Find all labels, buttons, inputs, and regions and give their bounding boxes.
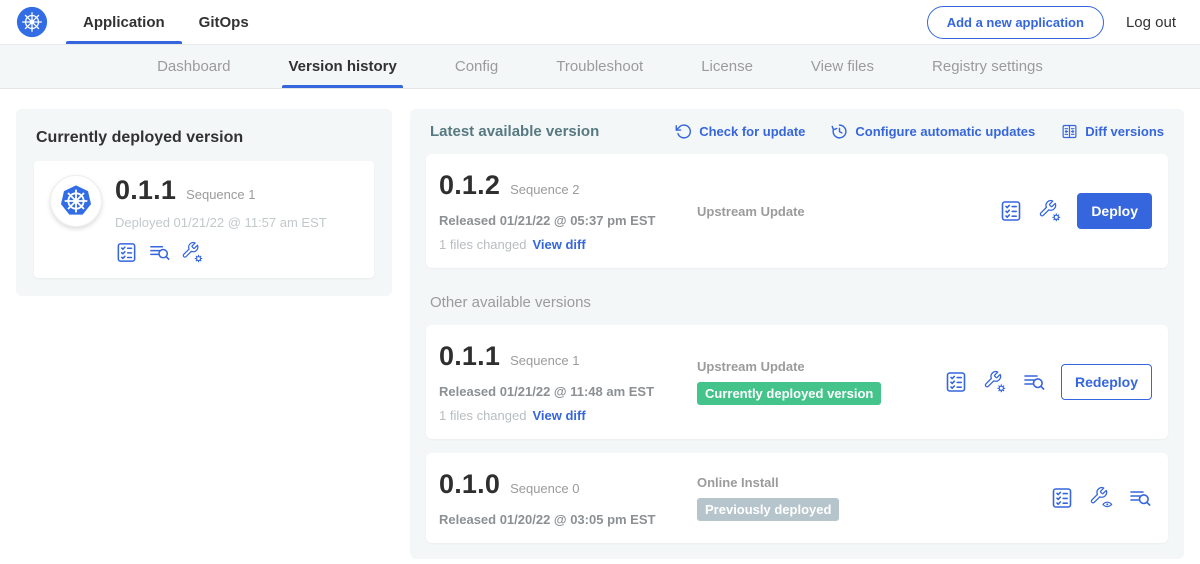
add-application-button[interactable]: Add a new application (927, 6, 1104, 39)
sequence-label: Sequence 1 (510, 353, 579, 368)
sequence-label: Sequence 2 (510, 182, 579, 197)
view-logs-icon[interactable] (1128, 486, 1152, 510)
version-number: 0.1.1 (439, 341, 500, 372)
app-icon-badge (50, 175, 102, 227)
deployed-action-icons (115, 241, 327, 264)
version-source: Online Install Previously deployed (697, 475, 1050, 521)
source-label: Online Install (697, 475, 1050, 490)
version-number: 0.1.2 (439, 170, 500, 201)
released-timestamp: Released 01/21/22 @ 11:48 am EST (439, 384, 697, 399)
version-row-0-1-0: 0.1.0 Sequence 0 Released 01/20/22 @ 03:… (426, 453, 1168, 543)
preflight-checks-icon[interactable] (999, 199, 1023, 223)
version-actions (1050, 486, 1154, 510)
active-tab-underline (66, 41, 182, 44)
edit-config-icon[interactable] (181, 241, 204, 264)
subnav-item-version-history[interactable]: Version history (288, 45, 396, 88)
subnav-item-license[interactable]: License (701, 45, 753, 88)
panel-header: Latest available version Check for updat… (426, 123, 1168, 140)
view-config-icon[interactable] (1089, 486, 1113, 510)
main-content: Currently deployed version 0.1.1 Sequenc… (0, 89, 1200, 564)
version-info: 0.1.1 Sequence 1 Released 01/21/22 @ 11:… (439, 341, 697, 423)
edit-config-icon[interactable] (983, 370, 1007, 394)
view-diff-link[interactable]: View diff (532, 237, 585, 252)
subnav-item-registry-settings[interactable]: Registry settings (932, 45, 1043, 88)
files-changed: 1 files changedView diff (439, 408, 697, 423)
panel-action-links: Check for update Configure automatic upd… (675, 123, 1164, 140)
source-label: Upstream Update (697, 204, 999, 219)
active-subnav-underline (282, 85, 402, 88)
deployed-version-number: 0.1.1 (115, 175, 176, 206)
version-row-0-1-2: 0.1.2 Sequence 2 Released 01/21/22 @ 05:… (426, 154, 1168, 268)
view-logs-icon[interactable] (148, 241, 171, 264)
diff-versions-link[interactable]: Diff versions (1061, 123, 1164, 140)
source-label: Upstream Update (697, 359, 944, 374)
view-logs-icon[interactable] (1022, 370, 1046, 394)
version-number: 0.1.0 (439, 469, 500, 500)
preflight-checks-icon[interactable] (944, 370, 968, 394)
header-actions: Add a new application Log out (927, 0, 1176, 44)
subnav-item-troubleshoot[interactable]: Troubleshoot (556, 45, 643, 88)
preflight-checks-icon[interactable] (1050, 486, 1074, 510)
tab-gitops[interactable]: GitOps (182, 0, 266, 44)
version-history-panel: Latest available version Check for updat… (410, 109, 1184, 559)
diff-icon (1061, 123, 1078, 140)
kubernetes-heptagon-icon (56, 181, 96, 221)
tab-application[interactable]: Application (66, 0, 182, 44)
released-timestamp: Released 01/20/22 @ 03:05 pm EST (439, 512, 697, 527)
version-source: Upstream Update (697, 204, 999, 219)
version-source: Upstream Update Currently deployed versi… (697, 359, 944, 405)
deployed-version-info: 0.1.1 Sequence 1 Deployed 01/21/22 @ 11:… (115, 175, 327, 264)
edit-config-icon[interactable] (1038, 199, 1062, 223)
logout-link[interactable]: Log out (1126, 14, 1176, 31)
sequence-label: Sequence 0 (510, 481, 579, 496)
app-subnav: Dashboard Version history Config Trouble… (0, 45, 1200, 89)
deployed-sequence-label: Sequence 1 (186, 187, 255, 202)
previously-deployed-badge: Previously deployed (697, 498, 839, 521)
version-row-0-1-1: 0.1.1 Sequence 1 Released 01/21/22 @ 11:… (426, 325, 1168, 439)
deployed-version-card: 0.1.1 Sequence 1 Deployed 01/21/22 @ 11:… (34, 161, 374, 278)
files-changed: 1 files changedView diff (439, 237, 697, 252)
configure-automatic-updates-link[interactable]: Configure automatic updates (831, 123, 1035, 140)
subnav-item-dashboard[interactable]: Dashboard (157, 45, 230, 88)
currently-deployed-badge: Currently deployed version (697, 382, 881, 405)
check-for-update-link[interactable]: Check for update (675, 123, 805, 140)
released-timestamp: Released 01/21/22 @ 05:37 pm EST (439, 213, 697, 228)
tab-application-label: Application (83, 14, 165, 31)
other-versions-heading: Other available versions (430, 294, 1164, 311)
deploy-button[interactable]: Deploy (1077, 193, 1152, 229)
schedule-update-icon (831, 123, 848, 140)
kubernetes-logo-icon (16, 6, 48, 38)
app-header: Application GitOps Add a new application… (0, 0, 1200, 45)
subnav-item-view-files[interactable]: View files (811, 45, 874, 88)
version-actions: Deploy (999, 193, 1154, 229)
deployed-card-title: Currently deployed version (36, 129, 374, 147)
view-diff-link[interactable]: View diff (532, 408, 585, 423)
latest-available-heading: Latest available version (430, 123, 675, 140)
app-logo (16, 0, 48, 44)
version-actions: Redeploy (944, 364, 1154, 400)
deployed-timestamp: Deployed 01/21/22 @ 11:57 am EST (115, 215, 327, 230)
tab-gitops-label: GitOps (199, 14, 249, 31)
version-info: 0.1.0 Sequence 0 Released 01/20/22 @ 03:… (439, 469, 697, 527)
redeploy-button[interactable]: Redeploy (1061, 364, 1152, 400)
subnav-item-config[interactable]: Config (455, 45, 498, 88)
version-info: 0.1.2 Sequence 2 Released 01/21/22 @ 05:… (439, 170, 697, 252)
refresh-icon (675, 123, 692, 140)
preflight-checks-icon[interactable] (115, 241, 138, 264)
currently-deployed-card: Currently deployed version 0.1.1 Sequenc… (16, 109, 392, 296)
